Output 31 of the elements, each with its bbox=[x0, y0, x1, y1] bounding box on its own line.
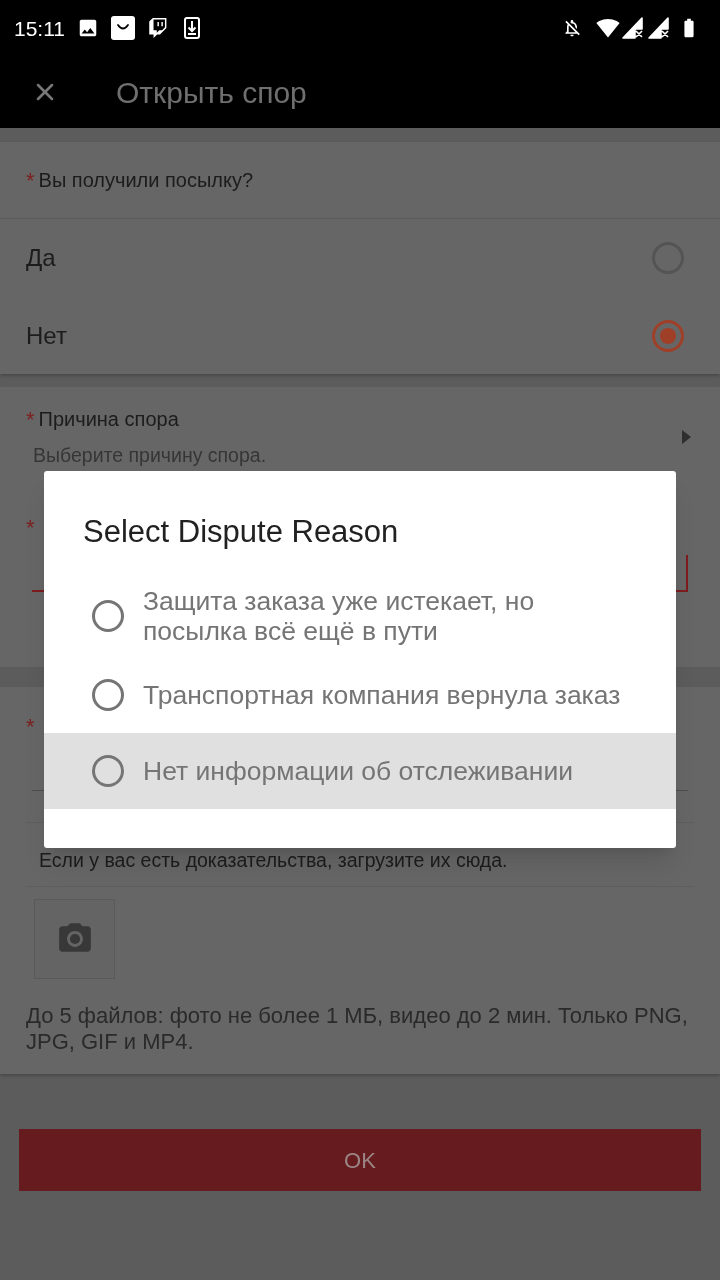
cell-signal-icon bbox=[622, 17, 644, 39]
reason-option[interactable]: Нет информации об отслеживании bbox=[44, 733, 676, 809]
required-mark: * bbox=[26, 716, 35, 738]
radio-button[interactable] bbox=[92, 600, 124, 632]
evidence-hint: Если у вас есть доказательства, загрузите их сюда. bbox=[38, 849, 509, 871]
option-label: Нет bbox=[26, 320, 67, 351]
image-icon bbox=[77, 17, 99, 39]
reason-option[interactable]: Транспортная компания вернула заказ bbox=[44, 656, 676, 733]
upload-limits-note: До 5 файлов: фото не более 1 МБ, видео до 2 мин. Только PNG, JPG, GIF и MP4. bbox=[25, 1003, 689, 1055]
question-label: Вы получили посылку? bbox=[38, 168, 254, 193]
wifi-icon bbox=[596, 16, 620, 40]
upload-photo-button[interactable] bbox=[34, 899, 115, 979]
required-mark: * bbox=[26, 517, 35, 539]
chat-bubble-icon bbox=[148, 17, 168, 39]
shopping-bag-icon bbox=[111, 16, 135, 40]
status-time: 15:11 bbox=[14, 17, 65, 39]
download-icon bbox=[184, 17, 200, 39]
radio-button[interactable] bbox=[652, 319, 684, 352]
dialog-title: Select Dispute Reason bbox=[83, 514, 399, 549]
radio-button[interactable] bbox=[92, 755, 124, 787]
cell-signal-icon bbox=[648, 17, 670, 39]
radio-button[interactable] bbox=[92, 678, 124, 711]
required-mark: * bbox=[26, 405, 35, 434]
chevron-right-icon bbox=[682, 430, 691, 444]
required-mark: * bbox=[26, 166, 35, 195]
notifications-off-icon bbox=[562, 18, 582, 38]
field-label: Причина спора bbox=[38, 407, 179, 432]
app-bar-title: Открыть спор bbox=[116, 74, 307, 111]
option-label: Да bbox=[26, 243, 56, 273]
reason-option[interactable]: Защита заказа уже истекает, но посылка всё ещё в пути bbox=[44, 576, 676, 656]
ok-button[interactable]: OK bbox=[19, 1129, 701, 1191]
